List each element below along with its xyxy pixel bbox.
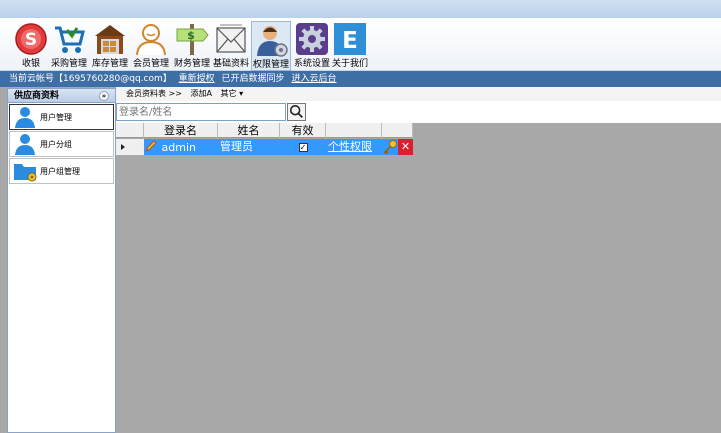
reauthorize-link[interactable]: 重新授权 bbox=[179, 74, 215, 84]
edit-pencil-icon[interactable] bbox=[144, 139, 158, 153]
collapse-icon[interactable]: » bbox=[99, 91, 109, 101]
toolbar-finance-button[interactable]: $ 财务管理 bbox=[172, 21, 212, 71]
cashier-icon: S bbox=[15, 23, 47, 55]
warehouse-icon bbox=[95, 25, 125, 54]
cell-name[interactable]: 管理员 bbox=[220, 139, 280, 155]
toolbar-inventory-button[interactable]: 库存管理 bbox=[90, 21, 130, 71]
key-icon bbox=[383, 140, 397, 155]
column-header-valid[interactable]: 有效 bbox=[280, 123, 326, 138]
window-title-bar bbox=[0, 0, 721, 18]
column-header-actions bbox=[382, 123, 413, 138]
search-row bbox=[116, 101, 721, 123]
current-row-arrow-icon bbox=[121, 144, 125, 150]
sidebar-header: 供应商资料 » bbox=[8, 89, 115, 103]
column-header-extra bbox=[326, 123, 382, 138]
gear-icon bbox=[296, 23, 328, 55]
add-button[interactable]: 添加A bbox=[191, 89, 212, 98]
sidebar-item-group-management[interactable]: 用户组管理 bbox=[9, 158, 114, 184]
toolbar-member-button[interactable]: 会员管理 bbox=[131, 21, 171, 71]
svg-text:S: S bbox=[25, 30, 37, 50]
sidebar: 供应商资料 » 用户管理 用户分组 用户组管理 bbox=[7, 88, 116, 433]
sidebar-item-user-group[interactable]: 用户分组 bbox=[9, 131, 114, 157]
sidebar-title: 供应商资料 bbox=[14, 91, 60, 101]
cloud-account-text: 当前云帐号【1695760280@qq.com】 bbox=[9, 74, 172, 84]
account-status-bar: 当前云帐号【1695760280@qq.com】 重新授权 已开启数据同步 进入… bbox=[0, 71, 721, 87]
admin-user-icon bbox=[257, 26, 288, 57]
sidebar-item-label: 用户分组 bbox=[40, 140, 72, 149]
delete-button[interactable]: ✕ bbox=[398, 139, 413, 155]
toolbar-basic-data-button[interactable]: 基础资料 bbox=[211, 21, 251, 71]
member-icon bbox=[136, 24, 166, 56]
login-value: admin bbox=[161, 141, 196, 154]
row-header-corner bbox=[116, 123, 144, 138]
sidebar-item-user-management[interactable]: 用户管理 bbox=[9, 104, 114, 130]
user-icon bbox=[15, 107, 35, 128]
column-header-login[interactable]: 登录名 bbox=[144, 123, 218, 138]
main-toolbar: S 收银 采购管理 库存管理 会员管理 $ 财务管理 基础资料 权限管理 系统设… bbox=[0, 18, 721, 71]
search-icon bbox=[289, 104, 303, 118]
toolbar-permission-button[interactable]: 权限管理 bbox=[251, 21, 291, 71]
cloud-backend-link[interactable]: 进入云后台 bbox=[291, 74, 336, 84]
sidebar-item-label: 用户组管理 bbox=[40, 167, 80, 176]
cart-icon bbox=[55, 26, 85, 53]
sync-status-text: 已开启数据同步 bbox=[221, 74, 285, 84]
table-header: 登录名 姓名 有效 bbox=[116, 123, 413, 138]
about-e-icon: E bbox=[334, 23, 366, 55]
column-header-name[interactable]: 姓名 bbox=[218, 123, 280, 138]
search-input[interactable] bbox=[116, 103, 286, 121]
svg-text:$: $ bbox=[187, 29, 195, 42]
toolbar-purchase-button[interactable]: 采购管理 bbox=[49, 21, 89, 71]
key-button[interactable] bbox=[382, 139, 398, 155]
toolbar-about-button[interactable]: E 关于我们 bbox=[330, 21, 370, 71]
finance-sign-icon: $ bbox=[176, 24, 209, 55]
breadcrumb-bar: 会员资料表 >> 添加A 其它 ▾ bbox=[116, 87, 721, 101]
folder-gear-icon bbox=[14, 164, 37, 182]
table-row[interactable]: admin 管理员 ✓ 个性权限 ✕ bbox=[116, 139, 413, 155]
user-icon bbox=[15, 134, 35, 155]
user-table: 登录名 姓名 有效 admin 管理员 ✓ 个性权限 ✕ bbox=[116, 123, 721, 433]
breadcrumb[interactable]: 会员资料表 >> bbox=[126, 89, 182, 98]
envelope-icon bbox=[216, 24, 246, 53]
valid-checkbox[interactable]: ✓ bbox=[298, 142, 308, 152]
search-button[interactable] bbox=[287, 103, 306, 121]
row-selector[interactable] bbox=[116, 139, 144, 155]
cell-login[interactable]: admin bbox=[144, 139, 218, 155]
svg-text:E: E bbox=[342, 28, 358, 54]
sidebar-item-label: 用户管理 bbox=[40, 113, 72, 122]
personal-permission-link[interactable]: 个性权限 bbox=[328, 139, 382, 155]
other-menu[interactable]: 其它 ▾ bbox=[221, 89, 244, 98]
cell-valid[interactable]: ✓ bbox=[280, 139, 326, 155]
